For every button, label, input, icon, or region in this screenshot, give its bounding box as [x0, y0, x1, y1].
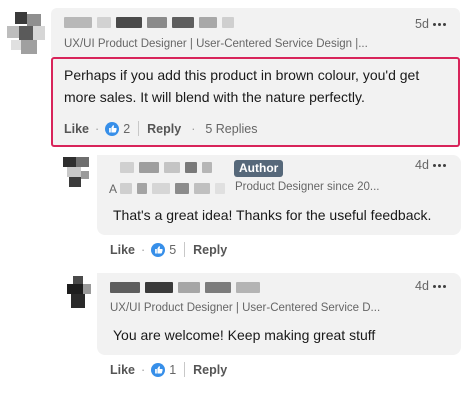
more-horizontal-icon[interactable] [433, 23, 446, 26]
separator-dot: · [141, 362, 146, 377]
like-button[interactable]: Like [110, 363, 135, 377]
reply-button[interactable]: Reply [147, 122, 181, 136]
replies-link[interactable]: 5 Replies [205, 122, 257, 136]
comment-2-time: 4d [415, 158, 429, 172]
comment-1-actions: Like · 2 Reply · 5 Replies [64, 121, 257, 136]
like-button[interactable]: Like [110, 243, 135, 257]
comment-1-headline: UX/UI Product Designer | User-Centered S… [64, 38, 368, 50]
separator-pipe [184, 242, 186, 257]
thumbs-up-icon [105, 121, 120, 136]
comment-1-time: 5d [415, 17, 429, 31]
more-horizontal-icon[interactable] [433, 164, 446, 167]
separator-dot: · [95, 121, 100, 136]
comment-3-time: 4d [415, 279, 429, 293]
like-count[interactable]: 2 [123, 122, 130, 136]
like-count[interactable]: 1 [169, 363, 176, 377]
comment-2-name-initial: A [109, 182, 118, 196]
author-badge: Author [234, 160, 284, 177]
comment-1-text: Perhaps if you add this product in brown… [64, 67, 420, 105]
separator-pipe [138, 121, 140, 136]
comment-2-blur-line [120, 183, 225, 194]
like-button[interactable]: Like [64, 122, 89, 136]
thumbs-up-icon [151, 242, 166, 257]
comment-3-avatar[interactable] [67, 276, 91, 310]
comment-2-avatar[interactable] [63, 157, 89, 187]
comment-3-headline: UX/UI Product Designer | User-Centered S… [110, 302, 381, 314]
comment-1-author-name[interactable] [64, 17, 234, 28]
comment-2-author-name[interactable] [120, 162, 212, 173]
reply-button[interactable]: Reply [193, 363, 227, 377]
comment-3-actions: Like · 1 Reply [110, 362, 227, 377]
comment-3-text: You are welcome! Keep making great stuff [113, 327, 376, 343]
comment-2-headline: Product Designer since 20... [235, 181, 380, 193]
separator-dot: · [191, 121, 196, 136]
separator-pipe [184, 362, 186, 377]
comment-1-avatar[interactable] [7, 12, 47, 60]
like-count[interactable]: 5 [169, 243, 176, 257]
more-horizontal-icon[interactable] [433, 285, 446, 288]
comment-2-text: That's a great idea! Thanks for the usef… [113, 207, 432, 223]
comment-3-author-name[interactable] [110, 282, 260, 293]
comment-2-actions: Like · 5 Reply [110, 242, 227, 257]
reply-button[interactable]: Reply [193, 243, 227, 257]
separator-dot: · [141, 242, 146, 257]
thumbs-up-icon [151, 362, 166, 377]
